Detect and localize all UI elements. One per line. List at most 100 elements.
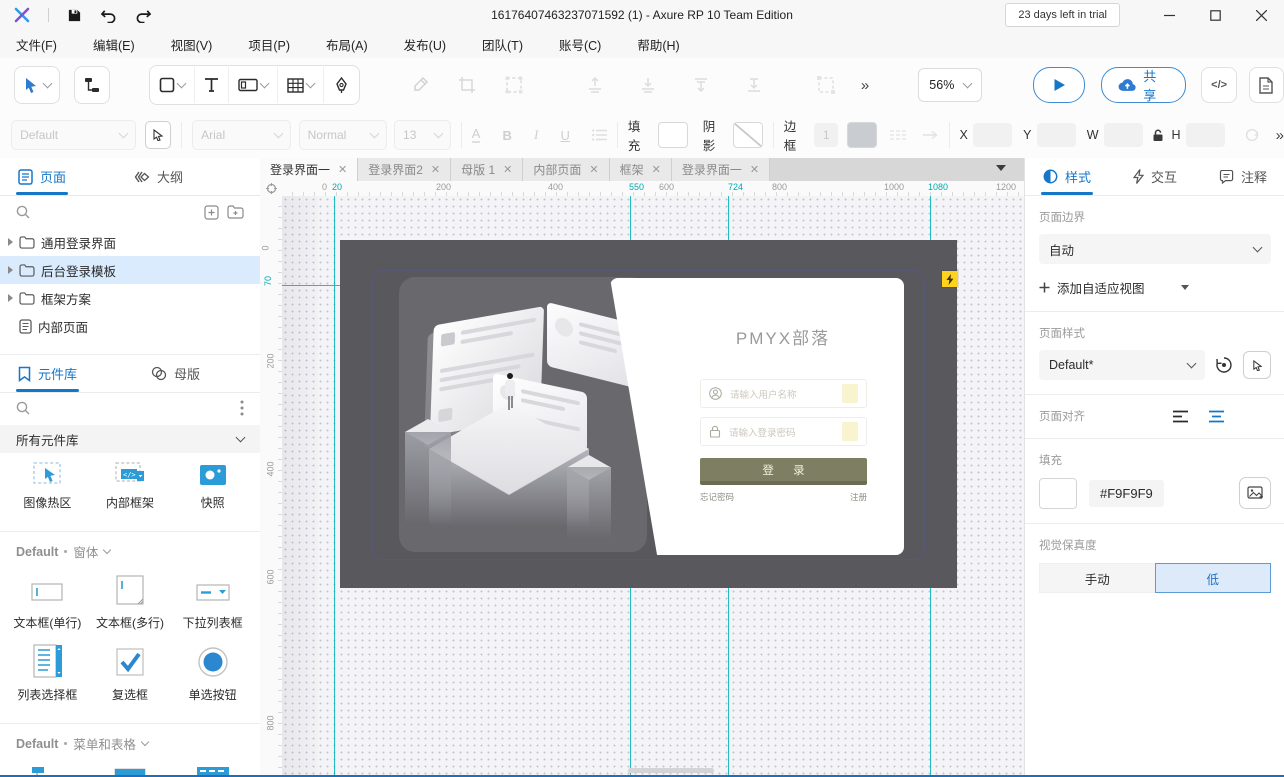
y-field[interactable]: [1037, 123, 1076, 147]
share-button[interactable]: 共享: [1101, 67, 1186, 103]
caret-right-icon[interactable]: [8, 266, 13, 274]
interaction-bolt-badge[interactable]: [942, 271, 958, 287]
widget-checkbox[interactable]: 复选框: [89, 639, 172, 709]
adaptive-caret-icon[interactable]: [1181, 285, 1189, 290]
fill-hex-field[interactable]: #F9F9F9: [1089, 480, 1164, 507]
page-bounds-select[interactable]: 自动: [1039, 234, 1271, 264]
menu-account[interactable]: 账号(C): [559, 35, 620, 54]
login-illustration[interactable]: [399, 277, 647, 552]
doc-tab-active[interactable]: 登录界面一 ✕: [260, 158, 358, 181]
undo-button[interactable]: [100, 8, 117, 23]
close-tab-icon[interactable]: ✕: [652, 163, 661, 176]
username-input[interactable]: 请输入用户名称: [700, 379, 867, 408]
ruler-origin-corner[interactable]: [260, 181, 282, 196]
preview-button[interactable]: [1033, 67, 1084, 103]
font-weight-combo[interactable]: Normal: [299, 120, 387, 150]
tab-outline[interactable]: 大纲: [134, 158, 183, 195]
close-button[interactable]: [1238, 0, 1284, 30]
menu-arrange[interactable]: 布局(A): [326, 35, 387, 54]
fidelity-manual-button[interactable]: 手动: [1039, 563, 1155, 593]
menu-publish[interactable]: 发布(U): [404, 35, 465, 54]
vertical-guide-20[interactable]: [334, 196, 335, 777]
caret-right-icon[interactable]: [8, 294, 13, 302]
login-card[interactable]: PMYX部落 请输入用户名称 请输入登录密码 登 录 忘记密码 注册: [610, 278, 904, 555]
align-center-icon[interactable]: [1208, 410, 1225, 423]
code-export-button[interactable]: </>: [1201, 67, 1236, 103]
connector-tool-button[interactable]: [74, 66, 110, 104]
tree-item-folder[interactable]: 框架方案: [0, 284, 260, 312]
horizontal-scrollbar-thumb[interactable]: [628, 768, 714, 773]
maximize-button[interactable]: [1192, 0, 1238, 30]
close-tab-icon[interactable]: ✕: [338, 163, 347, 176]
underline-button[interactable]: U: [560, 128, 569, 143]
close-tab-icon[interactable]: ✕: [431, 163, 440, 176]
widget-textfield-single[interactable]: 文本框(单行): [6, 569, 89, 637]
widget-style-combo[interactable]: Default: [11, 120, 136, 150]
widget-textarea-multi[interactable]: 文本框(多行): [89, 569, 172, 637]
doc-tab[interactable]: 内部页面 ✕: [523, 158, 609, 181]
horizontal-guide-70[interactable]: [282, 285, 340, 286]
close-tab-icon[interactable]: ✕: [750, 163, 759, 176]
tab-style[interactable]: 样式: [1043, 158, 1091, 195]
register-link[interactable]: 注册: [850, 491, 867, 503]
redo-button[interactable]: [135, 8, 152, 23]
style-picker-button[interactable]: [145, 121, 171, 149]
text-tool-button[interactable]: [195, 67, 229, 103]
x-field[interactable]: [973, 123, 1012, 147]
widget-inline-frame[interactable]: </> 内部框架: [89, 457, 172, 517]
bold-button[interactable]: B: [502, 128, 511, 143]
italic-button[interactable]: I: [534, 127, 538, 143]
widget-droplist[interactable]: 下拉列表框: [171, 569, 254, 637]
login-title[interactable]: PMYX部落: [670, 324, 896, 349]
shadow-swatch[interactable]: [733, 122, 763, 148]
tab-libraries[interactable]: 元件库: [18, 355, 77, 392]
bullet-list-icon[interactable]: [592, 129, 607, 141]
menu-team[interactable]: 团队(T): [482, 35, 542, 54]
align-left-icon[interactable]: [1172, 410, 1189, 423]
add-page-button[interactable]: [204, 205, 219, 220]
tree-item-folder[interactable]: 通用登录界面: [0, 228, 260, 256]
horizontal-ruler[interactable]: 0 20 200 400 550 600 724 800 1000 1080 1…: [282, 181, 1024, 197]
format-more-button[interactable]: »: [1276, 127, 1284, 144]
tab-pages[interactable]: 页面: [18, 158, 66, 195]
password-input[interactable]: 请输入登录密码: [700, 417, 867, 446]
menu-edit[interactable]: 编辑(E): [93, 35, 154, 54]
w-field[interactable]: [1104, 123, 1143, 147]
widget-listbox[interactable]: 列表选择框: [6, 639, 89, 709]
search-icon[interactable]: [16, 205, 30, 219]
library-filter-select[interactable]: 所有元件库: [0, 425, 260, 453]
tab-interactions[interactable]: 交互: [1133, 158, 1177, 195]
toolbar-more-button[interactable]: »: [861, 77, 869, 94]
forgot-password-link[interactable]: 忘记密码: [700, 491, 734, 503]
style-pointer-button[interactable]: [1243, 351, 1271, 379]
widget-radio[interactable]: 单选按钮: [171, 639, 254, 709]
fidelity-low-button[interactable]: 低: [1155, 563, 1272, 593]
font-size-combo[interactable]: 13: [394, 120, 451, 150]
library-section-menus-tables[interactable]: Default 菜单和表格: [0, 724, 260, 757]
tree-item-page[interactable]: 内部页面: [0, 312, 260, 340]
tab-list-dropdown-icon[interactable]: [996, 165, 1006, 171]
doc-tab[interactable]: 母版 1 ✕: [451, 158, 523, 181]
menu-project[interactable]: 项目(P): [248, 35, 309, 54]
close-tab-icon[interactable]: ✕: [503, 163, 512, 176]
login-button[interactable]: 登 录: [700, 458, 867, 485]
widget-image-hotspot[interactable]: 图像热区: [6, 457, 89, 517]
tab-notes[interactable]: 注释: [1219, 158, 1267, 195]
font-color-button[interactable]: A: [472, 127, 481, 143]
add-folder-button[interactable]: [227, 205, 244, 219]
notes-doc-button[interactable]: [1249, 67, 1284, 103]
page-fill-swatch[interactable]: [1039, 478, 1077, 509]
doc-tab[interactable]: 登录界面2 ✕: [358, 158, 451, 181]
vertical-ruler[interactable]: 0 70 200 400 600 800: [260, 196, 283, 777]
border-width-field[interactable]: 1: [814, 123, 838, 147]
save-button[interactable]: [67, 8, 82, 23]
menu-help[interactable]: 帮助(H): [637, 35, 698, 54]
menu-view[interactable]: 视图(V): [171, 35, 232, 54]
doc-tab[interactable]: 框架 ✕: [610, 158, 672, 181]
border-color-swatch[interactable]: [847, 122, 877, 148]
canvas-viewport[interactable]: PMYX部落 请输入用户名称 请输入登录密码 登 录 忘记密码 注册: [282, 196, 1024, 777]
close-tab-icon[interactable]: ✕: [589, 163, 598, 176]
trial-badge[interactable]: 23 days left in trial: [1005, 3, 1120, 27]
h-field[interactable]: [1186, 123, 1225, 147]
pen-tool-button[interactable]: [324, 67, 359, 103]
